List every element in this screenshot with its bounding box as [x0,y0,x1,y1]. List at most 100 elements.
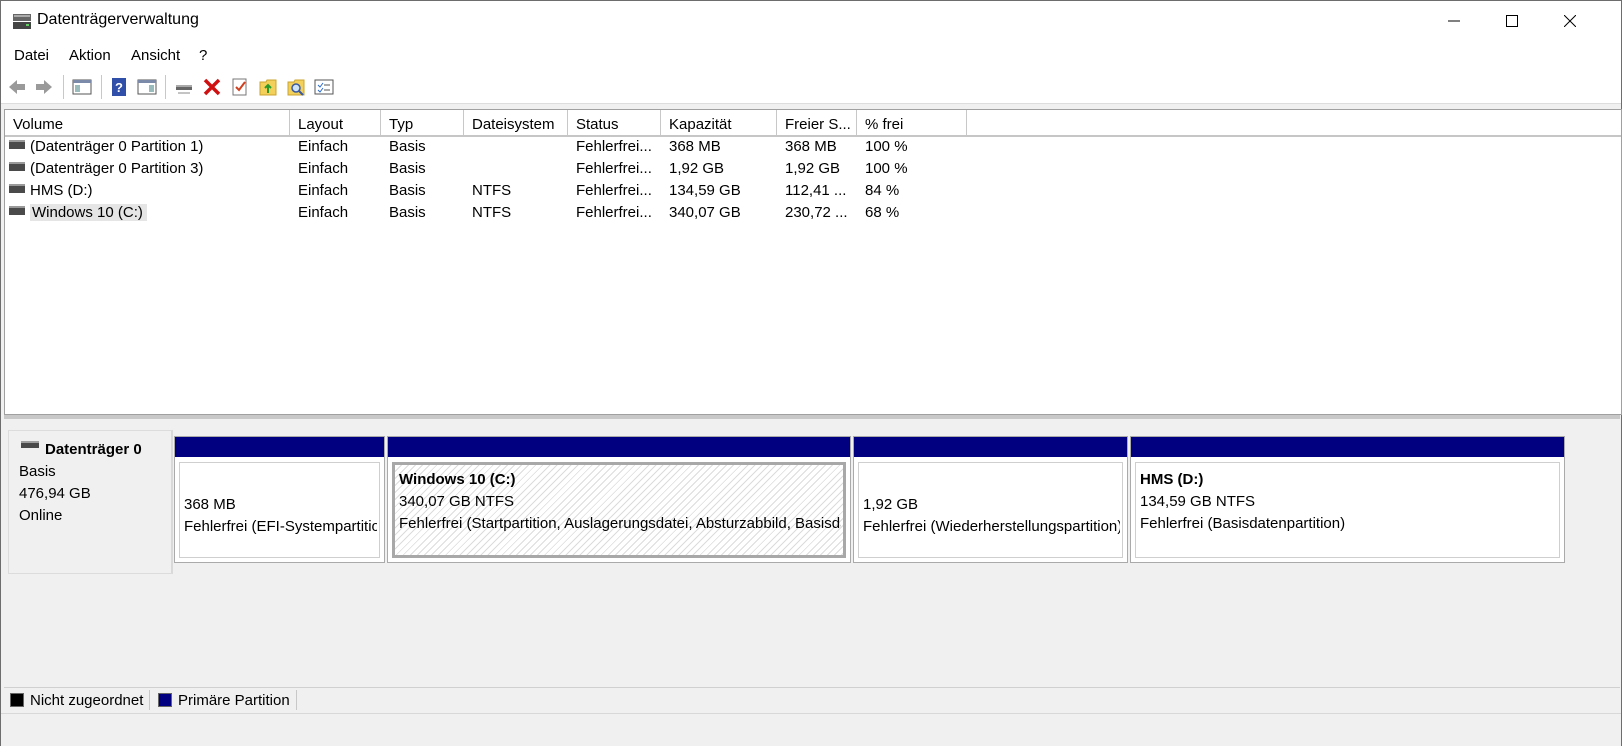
disk-info-panel[interactable]: Datenträger 0 Basis 476,94 GB Online [8,430,173,574]
pane-splitter[interactable] [4,415,1620,419]
disk-state: Online [19,507,63,524]
properties-icon[interactable] [229,76,251,98]
partition-status: Fehlerfrei (Basisdatenpartition) [1140,515,1346,532]
column-prozent-frei[interactable]: % frei [857,110,967,135]
layout-cell: Einfach [298,138,349,155]
volume-icon [9,205,25,215]
percent-free-cell: 84 % [865,182,900,199]
column-kapazitaet[interactable]: Kapazität [661,110,777,135]
menu-datei[interactable]: Datei [14,47,49,64]
percent-free-cell: 100 % [865,138,908,155]
disk-icon [21,441,39,448]
partition-size: 368 MB [184,496,236,513]
close-icon [1564,15,1576,27]
free-space-cell: 1,92 GB [785,160,841,177]
forward-icon[interactable] [33,76,55,98]
status-cell: Fehlerfrei... [576,204,652,221]
filesystem-cell [464,136,568,158]
primary-partition-bar [388,437,850,457]
table-row[interactable]: Windows 10 (C:) Einfach Basis NTFS Fehle… [5,202,1621,224]
maximize-button[interactable] [1483,1,1541,41]
table-row[interactable]: (Datenträger 0 Partition 1) Einfach Basi… [5,136,1621,158]
connect-disk-icon[interactable] [173,76,195,98]
toolbar: ? [1,71,1621,104]
volume-name: HMS (D:) [30,182,93,199]
volume-cell: HMS (D:) [5,180,290,202]
disk-name: Datenträger 0 [45,441,142,458]
action-pane-icon[interactable] [136,76,158,98]
partition-efi[interactable]: 368 MB Fehlerfrei (EFI-Systempartition) [174,436,385,563]
layout-cell: Einfach [298,204,349,221]
free-space-cell: 230,72 ... [785,204,848,221]
minimize-icon [1448,20,1460,22]
volume-name: (Datenträger 0 Partition 3) [30,160,204,177]
partition-size: 340,07 GB NTFS [399,493,515,510]
status-cell: Fehlerfrei... [576,138,652,155]
volume-cell: Windows 10 (C:) [5,202,290,224]
partition-size: 1,92 GB [863,496,919,513]
column-dateisystem[interactable]: Dateisystem [464,110,568,135]
export-icon[interactable] [257,76,279,98]
free-space-cell: 368 MB [785,138,837,155]
partition-windows-c[interactable]: Windows 10 (C:) 340,07 GB NTFS Fehlerfre… [387,436,851,563]
layout-cell: Einfach [298,182,349,199]
volume-cell: (Datenträger 0 Partition 3) [5,158,290,180]
volume-icon [9,183,25,193]
volume-name: (Datenträger 0 Partition 1) [30,138,204,155]
capacity-cell: 340,07 GB [669,204,741,221]
legend-primary: Primäre Partition [158,690,297,710]
back-icon[interactable] [6,76,28,98]
column-volume[interactable]: Volume [5,110,290,135]
main-window: Datenträgerverwaltung Datei Aktion Ansic… [0,0,1622,746]
volume-cell: (Datenträger 0 Partition 1) [5,136,290,158]
typ-cell: Basis [389,204,426,221]
console-tree-icon[interactable] [71,76,93,98]
disk-size: 476,94 GB [19,485,91,502]
disk-graphical-view: Datenträger 0 Basis 476,94 GB Online 368… [4,420,1620,685]
typ-cell: Basis [389,182,426,199]
find-icon[interactable] [285,76,307,98]
settings-icon[interactable] [313,76,335,98]
volume-name: Windows 10 (C:) [30,204,147,221]
column-status[interactable]: Status [568,110,661,135]
filesystem-cell [464,158,568,180]
partition-recovery[interactable]: 1,92 GB Fehlerfrei (Wiederherstellungspa… [853,436,1128,563]
delete-icon[interactable] [201,76,223,98]
menu-aktion[interactable]: Aktion [69,47,111,64]
menu-ansicht[interactable]: Ansicht [131,47,180,64]
legend-unallocated: Nicht zugeordnet [10,690,151,710]
partition-status: Fehlerfrei (EFI-Systempartition) [184,518,377,535]
svg-text:?: ? [115,80,123,95]
legend: Nicht zugeordnet Primäre Partition [4,687,1620,712]
disk-management-icon [13,14,31,29]
partition-status: Fehlerfrei (Wiederherstellungspartition) [863,518,1120,535]
filesystem-cell: NTFS [472,204,512,221]
title-bar: Datenträgerverwaltung [1,1,1621,41]
partition-title: Windows 10 (C:) [399,471,516,488]
volume-icon [9,139,25,149]
volume-list: Volume Layout Typ Dateisystem Status Kap… [4,109,1622,415]
status-cell: Fehlerfrei... [576,160,652,177]
percent-free-cell: 100 % [865,160,908,177]
status-cell: Fehlerfrei... [576,182,652,199]
column-freier-speicher[interactable]: Freier S... [777,110,857,135]
partition-size: 134,59 GB NTFS [1140,493,1256,510]
help-icon[interactable]: ? [108,76,130,98]
partition-status: Fehlerfrei (Startpartition, Auslagerungs… [399,515,841,532]
list-header: Volume Layout Typ Dateisystem Status Kap… [5,110,1621,137]
unallocated-swatch [10,693,24,707]
minimize-button[interactable] [1425,1,1483,41]
partition-hms-d[interactable]: HMS (D:) 134,59 GB NTFS Fehlerfrei (Basi… [1130,436,1565,563]
primary-partition-bar [175,437,384,457]
table-row[interactable]: HMS (D:) Einfach Basis NTFS Fehlerfrei..… [5,180,1621,202]
table-row[interactable]: (Datenträger 0 Partition 3) Einfach Basi… [5,158,1621,180]
close-button[interactable] [1541,1,1599,41]
column-typ[interactable]: Typ [381,110,464,135]
typ-cell: Basis [389,160,426,177]
menu-help[interactable]: ? [199,47,207,64]
filesystem-cell: NTFS [472,182,512,199]
free-space-cell: 112,41 ... [785,182,847,199]
capacity-cell: 1,92 GB [669,160,725,177]
percent-free-cell: 68 % [865,204,900,221]
column-layout[interactable]: Layout [290,110,381,135]
